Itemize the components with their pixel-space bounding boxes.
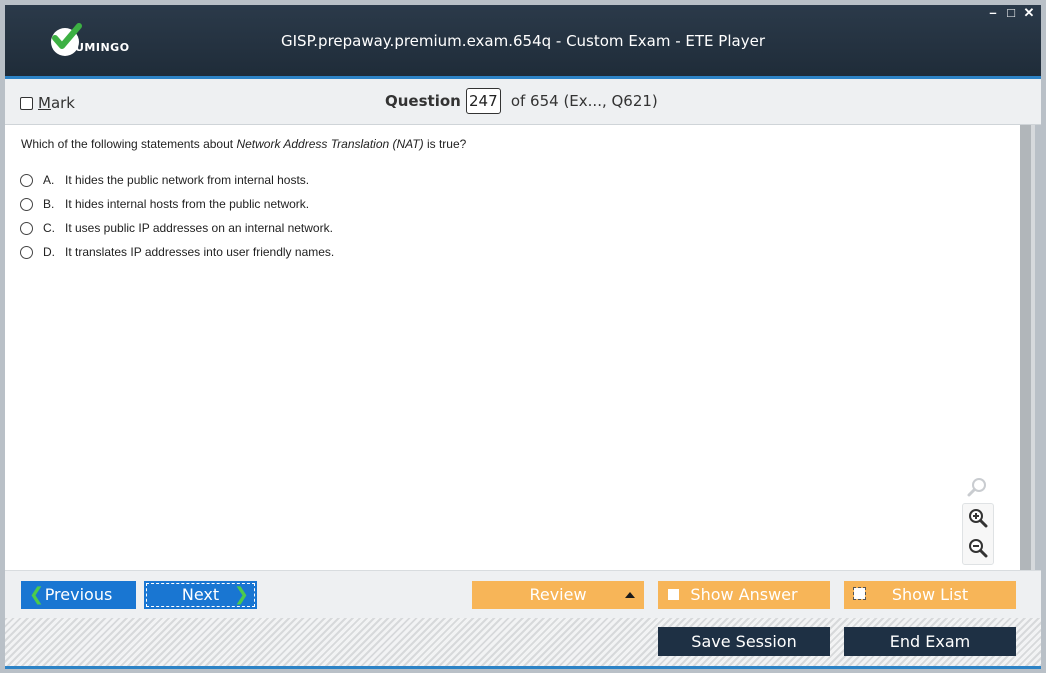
answer-option-a[interactable]: A. It hides the public network from inte… — [20, 168, 334, 192]
answer-option-b[interactable]: B. It hides internal hosts from the publ… — [20, 192, 334, 216]
show-list-label: Show List — [891, 585, 969, 604]
answer-radio[interactable] — [20, 221, 33, 235]
previous-button[interactable]: ❮ Previous — [21, 581, 136, 609]
answer-letter: D. — [43, 245, 55, 259]
minimize-button[interactable]: – — [987, 6, 999, 20]
zoom-in-icon[interactable] — [963, 504, 993, 532]
mark-checkbox[interactable]: Mark — [20, 94, 75, 112]
end-exam-button[interactable]: End Exam — [844, 627, 1016, 656]
show-answer-button[interactable]: Show Answer — [658, 581, 830, 609]
answer-list: A. It hides the public network from inte… — [20, 168, 334, 264]
review-label: Review — [529, 585, 587, 604]
question-total: of 654 (Ex..., Q621) — [510, 92, 658, 110]
window-title: GISP.prepaway.premium.exam.654q - Custom… — [281, 32, 765, 50]
answer-radio[interactable] — [20, 197, 33, 211]
show-list-button[interactable]: Show List — [844, 581, 1016, 609]
zoom-out-icon[interactable] — [963, 534, 993, 562]
answer-option-c[interactable]: C. It uses public IP addresses on an int… — [20, 216, 334, 240]
show-answer-label: Show Answer — [690, 585, 798, 604]
answer-text: It uses public IP addresses on an intern… — [65, 221, 333, 235]
window-controls: – □ ✕ — [987, 6, 1035, 20]
question-text-emphasis: Network Address Translation (NAT) — [236, 137, 424, 151]
question-header: Mark Question 247 of 654 (Ex..., Q621) — [5, 79, 1041, 125]
mark-label: Mark — [38, 94, 75, 112]
answer-radio[interactable] — [20, 245, 33, 259]
question-content: Which of the following statements about … — [5, 125, 1020, 570]
answer-text: It hides internal hosts from the public … — [65, 197, 310, 211]
question-text-part: Which of the following statements about — [21, 137, 237, 151]
title-bar: UMINGO GISP.prepaway.premium.exam.654q -… — [5, 5, 1041, 79]
show-answer-checkbox-icon — [668, 589, 679, 600]
review-button[interactable]: Review — [472, 581, 644, 609]
navigation-bar: ❮ Previous Next ❯ Review Show Answer Sho… — [5, 570, 1041, 618]
answer-text: It hides the public network from interna… — [65, 173, 310, 187]
question-navigator: Question 247 of 654 (Ex..., Q621) — [385, 88, 658, 114]
answer-radio[interactable] — [20, 173, 33, 187]
question-text-part: is true? — [423, 137, 467, 151]
zoom-control-box — [962, 503, 994, 565]
answer-letter: B. — [43, 197, 55, 211]
answer-letter: A. — [43, 173, 55, 187]
answer-option-d[interactable]: D. It translates IP addresses into user … — [20, 240, 334, 264]
zoom-tools — [962, 473, 994, 565]
next-label: Next — [181, 585, 220, 604]
close-button[interactable]: ✕ — [1023, 6, 1035, 20]
answer-letter: C. — [43, 221, 55, 235]
question-number-input[interactable]: 247 — [465, 88, 501, 114]
mark-checkbox-box[interactable] — [20, 96, 33, 110]
footer-bar: Save Session End Exam — [5, 618, 1041, 669]
previous-label: Previous — [44, 585, 113, 604]
next-button[interactable]: Next ❯ — [144, 581, 257, 609]
triangle-up-icon — [625, 592, 635, 598]
scrollbar-thumb[interactable] — [1020, 125, 1031, 570]
question-text: Which of the following statements about … — [21, 137, 466, 151]
answer-text: It translates IP addresses into user fri… — [65, 245, 335, 259]
show-list-checkbox-icon — [853, 587, 866, 600]
question-label: Question — [385, 92, 461, 110]
ete-player-window: UMINGO GISP.prepaway.premium.exam.654q -… — [0, 0, 1046, 673]
chevron-right-icon: ❯ — [233, 584, 249, 605]
save-session-button[interactable]: Save Session — [658, 627, 830, 656]
magnifier-icon[interactable] — [962, 473, 992, 501]
maximize-button[interactable]: □ — [1005, 6, 1017, 20]
chevron-left-icon: ❮ — [29, 584, 45, 605]
